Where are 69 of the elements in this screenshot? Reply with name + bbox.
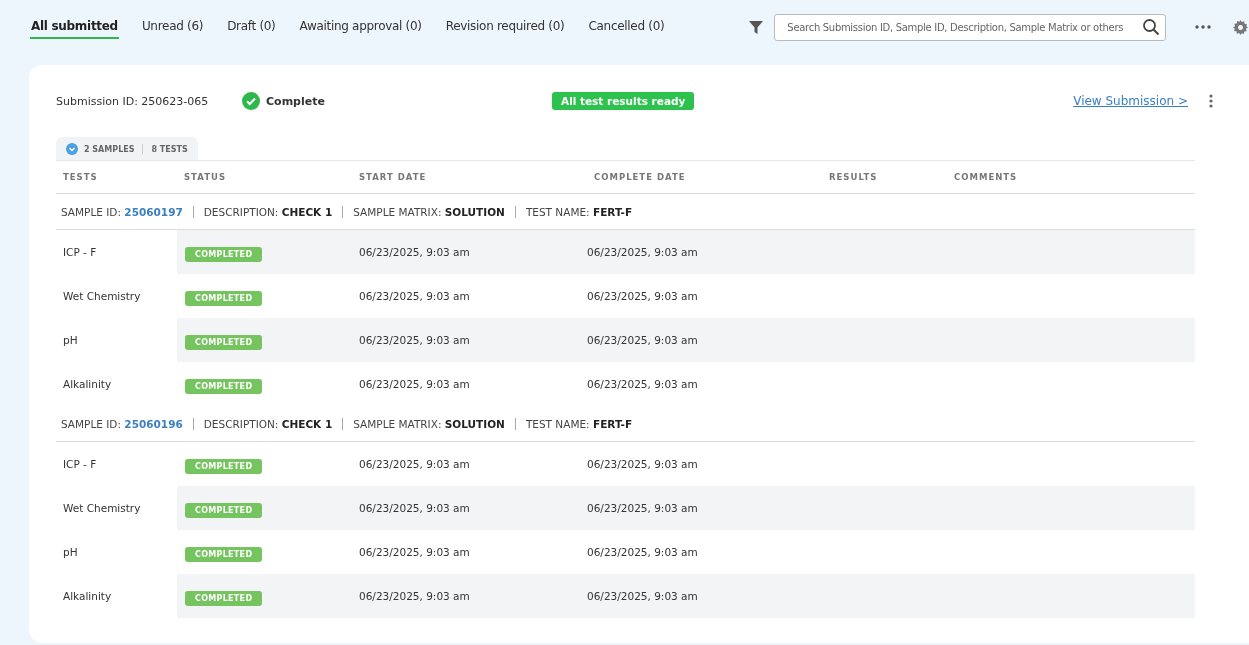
sample-id-link[interactable]: 25060197	[124, 205, 183, 218]
table-cell: 06/23/2025, 9:03 am	[587, 502, 698, 514]
table-cell-text: 06/23/2025, 9:03 am	[358, 458, 471, 470]
submission-id: Submission ID: 250623-065	[56, 94, 210, 108]
column-header: STATUS	[184, 172, 226, 182]
view-submission-link[interactable]: View Submission >	[1073, 94, 1188, 108]
column-header: RESULTS	[829, 172, 878, 182]
check-circle-icon	[242, 92, 260, 110]
test-name: TEST NAME: FERT-F	[525, 205, 633, 218]
status-badge: COMPLETED	[185, 591, 263, 606]
sample-id-link[interactable]: 25060196	[124, 417, 183, 430]
tab[interactable]: Awaiting approval (0)	[298, 15, 423, 39]
table-cell-text: Alkalinity	[62, 590, 113, 602]
status-badge: COMPLETED	[185, 547, 263, 562]
table-cell-text: 06/23/2025, 9:03 am	[358, 378, 471, 390]
search-icon[interactable]	[1142, 17, 1161, 36]
tab[interactable]: Draft (0)	[226, 15, 277, 39]
status-badge: COMPLETED	[185, 379, 263, 394]
test-count: 8 TESTS	[151, 144, 188, 154]
table-cell: 06/23/2025, 9:03 am	[587, 546, 698, 558]
tab[interactable]: Revision required (0)	[444, 15, 566, 39]
sample-id: SAMPLE ID: 25060197	[61, 205, 183, 218]
table-cell: 06/23/2025, 9:03 am	[587, 458, 698, 470]
filter-icon[interactable]	[748, 19, 765, 35]
table-cell-text: Alkalinity	[62, 378, 113, 390]
status-badge: COMPLETED	[185, 459, 263, 474]
sample-count: 2 SAMPLES	[84, 144, 135, 154]
table-cell: 06/23/2025, 9:03 am	[587, 590, 698, 602]
more-icon[interactable]	[1209, 94, 1213, 108]
sample-matrix: SAMPLE MATRIX: SOLUTION	[353, 417, 505, 430]
table-cell-text: pH	[62, 546, 79, 558]
table-cell-text: pH	[62, 334, 79, 346]
test-name: TEST NAME: FERT-F	[525, 417, 633, 430]
column-header: COMPLETE DATE	[594, 172, 686, 182]
status-badge: All test results ready	[552, 92, 695, 110]
table-cell-text: 06/23/2025, 9:03 am	[358, 334, 471, 346]
more-icon[interactable]	[1195, 25, 1212, 29]
description: DESCRIPTION: CHECK 1	[203, 417, 333, 430]
summary-tab[interactable]: 2 SAMPLES 8 TESTS	[56, 137, 198, 160]
column-header: TESTS	[63, 172, 98, 182]
table-cell-text: 06/23/2025, 9:03 am	[358, 246, 471, 258]
description: DESCRIPTION: CHECK 1	[203, 205, 333, 218]
tab[interactable]: Unread (6)	[140, 15, 205, 39]
table-cell: 06/23/2025, 9:03 am	[587, 378, 698, 390]
column-header: COMMENTS	[954, 172, 1018, 182]
column-header: START DATE	[359, 172, 427, 182]
table-cell-text: 06/23/2025, 9:03 am	[358, 546, 471, 558]
table-cell-text: 06/23/2025, 9:03 am	[358, 590, 471, 602]
chevron-down-icon	[66, 143, 78, 155]
sample-matrix: SAMPLE MATRIX: SOLUTION	[353, 205, 505, 218]
table-cell: 06/23/2025, 9:03 am	[587, 290, 698, 302]
table-cell-text: Wet Chemistry	[62, 502, 142, 514]
status-badge: COMPLETED	[185, 291, 263, 306]
tab[interactable]: Cancelled (0)	[587, 15, 666, 39]
settings-icon[interactable]	[1233, 19, 1249, 35]
sample-id: SAMPLE ID: 25060196	[61, 417, 183, 430]
status-badge: COMPLETED	[185, 247, 263, 262]
status-badge: COMPLETED	[185, 335, 263, 350]
tab[interactable]: All submitted	[30, 15, 119, 39]
table-cell-text: 06/23/2025, 9:03 am	[358, 502, 471, 514]
status-badge: COMPLETED	[185, 503, 263, 518]
table-cell: 06/23/2025, 9:03 am	[587, 334, 698, 346]
search-field[interactable]: Search Submission ID, Sample ID, Description, Sample Matrix or others	[774, 13, 1167, 41]
table-cell-text: Wet Chemistry	[62, 290, 142, 302]
table-cell-text: 06/23/2025, 9:03 am	[358, 290, 471, 302]
table-cell-text: ICP - F	[62, 246, 98, 258]
submission-status: Complete	[266, 94, 326, 108]
table-cell-text: ICP - F	[62, 458, 98, 470]
table-cell: 06/23/2025, 9:03 am	[587, 246, 698, 258]
